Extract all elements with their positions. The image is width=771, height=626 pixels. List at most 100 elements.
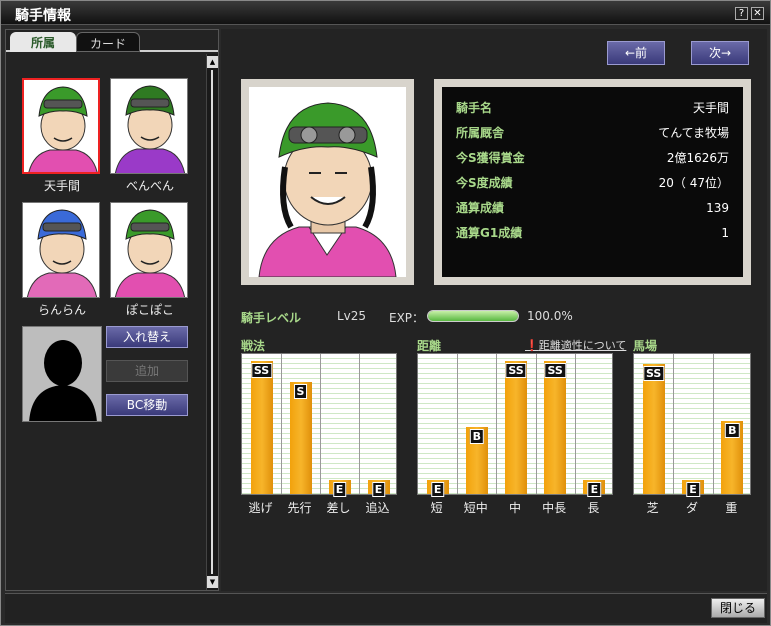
aptitude-bar: S xyxy=(289,382,312,494)
column-divider xyxy=(712,354,714,494)
info-frame: 騎手名 天手間 所属厩舎 てんてま牧場 今S獲得賞金 2億1626万 今S度成績 20（ 47… xyxy=(434,79,751,285)
column-divider xyxy=(496,354,498,494)
empty-jockey-slot[interactable] xyxy=(22,326,102,422)
exp-percent: 100.0% xyxy=(527,309,573,323)
category-label: 逃げ xyxy=(248,501,273,515)
column-divider xyxy=(457,354,459,494)
jockey-list-panel: 所属 カード 天手間 べんべんらんらん ぽこぽこ 入れ替え 追加 BC移動 ▲ ▼ xyxy=(5,29,219,591)
prev-button[interactable]: ←前 xyxy=(607,41,665,65)
category-label: 短中 xyxy=(463,501,488,515)
aptitude-bar: SS xyxy=(250,361,273,494)
chart-title: 戦法 xyxy=(241,339,266,353)
portrait-frame xyxy=(241,79,414,285)
jockey-thumbnail-image xyxy=(24,80,98,172)
grade-label: SS xyxy=(505,363,527,378)
jockey-card[interactable]: らんらん xyxy=(22,202,102,318)
window-title: 騎手情報 xyxy=(15,8,71,24)
silhouette-icon xyxy=(23,327,101,421)
column-divider xyxy=(673,354,675,494)
grade-label: SS xyxy=(544,363,566,378)
info-value: 天手間 xyxy=(692,101,729,115)
jockey-name: ぽこぽこ xyxy=(125,303,174,317)
jockey-card[interactable]: べんべん xyxy=(110,78,190,194)
jockey-detail-panel: ←前 次→ 騎手名 天手間 所属厩舎 てんてま牧場 今S獲得賞金 2億1626万… xyxy=(221,29,767,591)
grade-label: S xyxy=(293,384,308,399)
grade-label: B xyxy=(725,423,740,438)
grade-label: E xyxy=(430,482,445,497)
jockey-thumbnail xyxy=(110,78,188,174)
chart-title: 距離 xyxy=(417,339,442,353)
column-divider xyxy=(535,354,537,494)
grade-label: E xyxy=(587,482,602,497)
info-label: 今S度成績 xyxy=(456,176,513,190)
jockey-name: べんべん xyxy=(125,179,174,193)
category-label: 中 xyxy=(508,501,521,515)
info-row: 通算G1成績 1 xyxy=(456,222,729,247)
info-label: 所属厩舎 xyxy=(456,126,505,140)
column-divider xyxy=(281,354,282,494)
help-button[interactable]: ? xyxy=(735,7,748,20)
info-row: 通算成績 139 xyxy=(456,197,729,222)
bc-move-button[interactable]: BC移動 xyxy=(106,394,188,416)
scroll-track[interactable] xyxy=(211,70,213,574)
tab-bar: 所属 カード xyxy=(6,30,218,52)
grade-label: B xyxy=(469,429,484,444)
jockey-thumbnail xyxy=(110,202,188,298)
scroll-down-arrow-icon[interactable]: ▼ xyxy=(207,576,218,588)
category-label: 短 xyxy=(430,501,443,515)
jockey-thumbnail-image xyxy=(23,203,99,297)
distance-aptitude-link[interactable]: ❗距離適性について xyxy=(525,337,626,353)
aptitude-bar: E xyxy=(583,480,606,497)
jockey-thumbnail-image xyxy=(111,79,187,173)
close-icon[interactable]: ✕ xyxy=(751,7,764,20)
info-row: 所属厩舎 てんてま牧場 xyxy=(456,122,729,147)
chart-title: 馬場 xyxy=(633,339,658,353)
aptitude-bar: SS xyxy=(505,361,527,494)
scrollbar[interactable]: ▲ ▼ xyxy=(206,54,218,590)
grade-label: E xyxy=(332,482,347,497)
info-icon: ❗ xyxy=(525,339,539,352)
grade-label: E xyxy=(686,482,700,497)
info-row: 騎手名 天手間 xyxy=(456,97,729,122)
note-label: 距離適性について xyxy=(538,339,627,352)
aptitude-bar: E xyxy=(682,480,704,497)
aptitude-bar: SS xyxy=(642,364,665,494)
titlebar: 騎手情報 ? ✕ xyxy=(1,1,770,25)
chart-plot-area: SS E B xyxy=(633,353,751,497)
column-divider xyxy=(359,354,360,494)
info-value: 1 xyxy=(721,226,729,240)
swap-button[interactable]: 入れ替え xyxy=(106,326,188,348)
info-value: 139 xyxy=(706,201,729,215)
close-button[interactable]: 閉じる xyxy=(711,598,765,618)
jockey-portrait xyxy=(249,87,406,277)
aptitude-bar: E xyxy=(328,480,351,497)
footer-bar: 閉じる xyxy=(5,593,767,623)
jockey-card[interactable]: 天手間 xyxy=(22,78,102,194)
chart-plot-area: SS S E E xyxy=(241,353,397,497)
category-label: 追込 xyxy=(365,501,390,515)
info-label: 今S獲得賞金 xyxy=(456,151,525,165)
info-label: 通算成績 xyxy=(456,201,505,215)
next-button[interactable]: 次→ xyxy=(691,41,749,65)
tab-affiliation[interactable]: 所属 xyxy=(10,32,76,52)
tab-card[interactable]: カード xyxy=(76,32,140,52)
info-value: てんてま牧場 xyxy=(658,126,729,140)
aptitude-bar: SS xyxy=(544,361,567,494)
scroll-up-arrow-icon[interactable]: ▲ xyxy=(207,56,218,68)
jockey-portrait-image xyxy=(249,87,406,277)
jockey-thumbnail xyxy=(22,78,100,174)
category-label: 先行 xyxy=(287,501,312,515)
aptitude-bar: B xyxy=(721,421,744,494)
exp-label: EXP： xyxy=(389,311,425,325)
jockey-card[interactable]: ぽこぽこ xyxy=(110,202,190,318)
category-label: 中長 xyxy=(542,501,567,515)
chart-plot-area: E B SS SS E xyxy=(417,353,613,497)
jockey-name: らんらん xyxy=(37,303,86,317)
aptitude-bar: E xyxy=(426,480,449,497)
add-button[interactable]: 追加 xyxy=(106,360,188,382)
category-label: ダ xyxy=(685,501,698,515)
column-divider xyxy=(574,354,576,494)
jockey-thumbnail-image xyxy=(111,203,187,297)
grade-label: SS xyxy=(642,366,665,381)
info-box: 騎手名 天手間 所属厩舎 てんてま牧場 今S獲得賞金 2億1626万 今S度成績 20（ 47… xyxy=(442,87,743,277)
